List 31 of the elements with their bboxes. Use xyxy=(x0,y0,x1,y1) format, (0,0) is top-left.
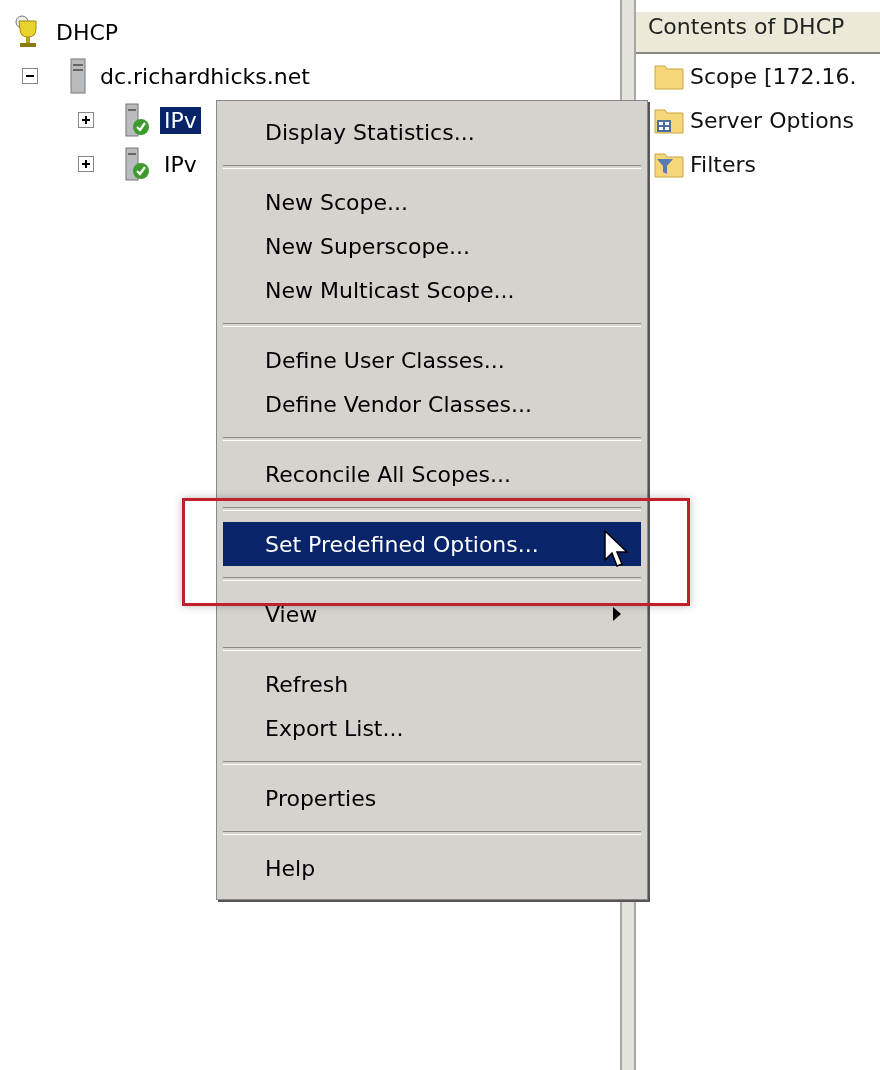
menu-item[interactable]: Display Statistics... xyxy=(223,110,641,154)
tree-item[interactable]: IPv xyxy=(160,150,201,178)
list-item[interactable]: Server Options xyxy=(690,107,855,133)
menu-item[interactable]: Set Predefined Options... xyxy=(223,522,641,566)
folder-table-icon xyxy=(654,106,684,134)
menu-item[interactable]: New Multicast Scope... xyxy=(223,268,641,312)
menu-item[interactable]: New Superscope... xyxy=(223,224,641,268)
expander-icon[interactable] xyxy=(78,112,94,128)
list-item[interactable]: Scope [172.16. xyxy=(690,63,857,89)
menu-item[interactable]: Properties xyxy=(223,776,641,820)
cursor-icon xyxy=(604,530,630,570)
menu-item[interactable]: Help xyxy=(223,846,641,890)
server-icon xyxy=(68,58,88,94)
server-check-icon xyxy=(124,103,152,137)
menu-item[interactable]: View xyxy=(223,592,641,636)
menu-item[interactable]: Refresh xyxy=(223,662,641,706)
expander-icon[interactable] xyxy=(78,156,94,172)
list-item[interactable]: Filters xyxy=(690,151,756,177)
expander-icon[interactable] xyxy=(22,68,38,84)
folder-icon xyxy=(654,62,684,90)
menu-item[interactable]: Define User Classes... xyxy=(223,338,641,382)
menu-item[interactable]: Define Vendor Classes... xyxy=(223,382,641,426)
tree-item[interactable]: DHCP xyxy=(52,18,123,46)
folder-funnel-icon xyxy=(654,150,684,178)
menu-item[interactable]: Export List... xyxy=(223,706,641,750)
menu-item[interactable]: Reconcile All Scopes... xyxy=(223,452,641,496)
server-check-icon xyxy=(124,147,152,181)
tree-item[interactable]: IPv xyxy=(160,106,201,134)
menu-item[interactable]: New Scope... xyxy=(223,180,641,224)
column-header[interactable]: Contents of DHCP xyxy=(636,12,880,54)
tree-item[interactable]: dc.richardhicks.net xyxy=(96,62,314,90)
